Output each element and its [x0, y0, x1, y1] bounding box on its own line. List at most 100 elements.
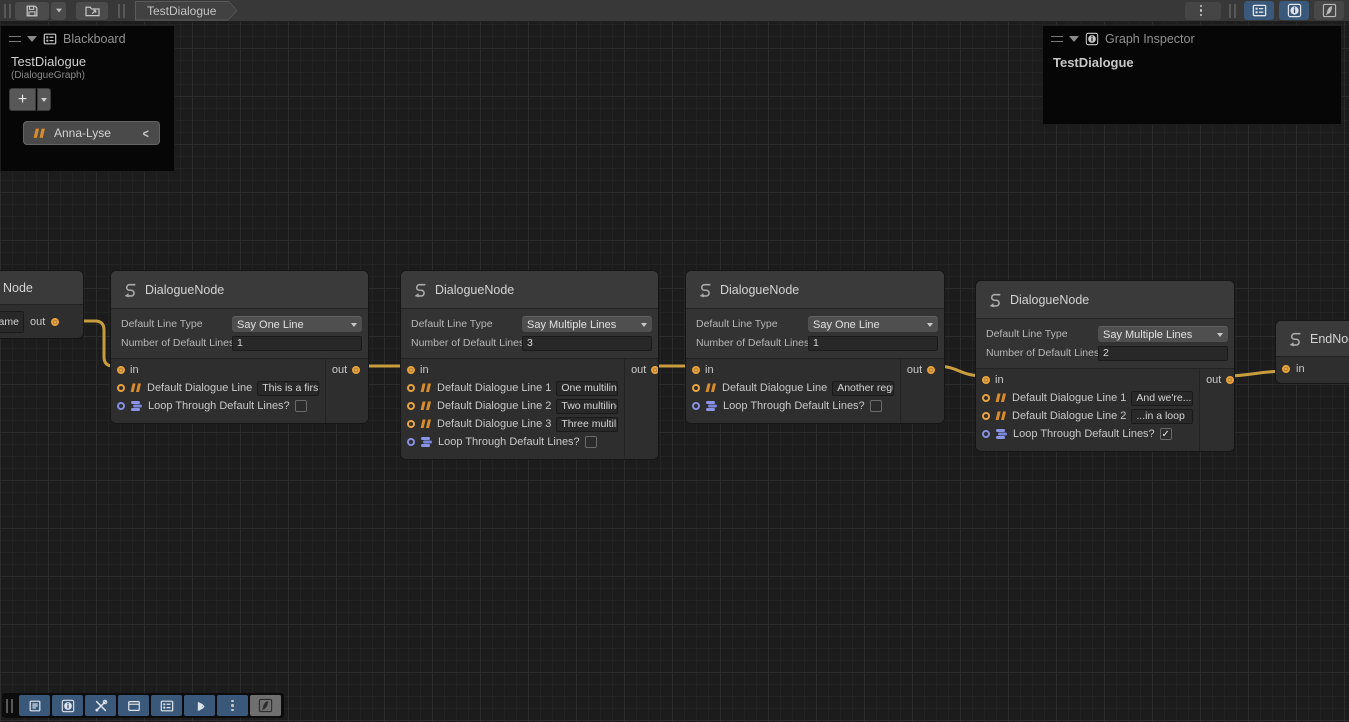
drag-handle-icon[interactable] — [1051, 36, 1063, 42]
collapse-triangle-icon[interactable] — [1069, 36, 1079, 42]
dialogue-line-port[interactable] — [407, 402, 415, 410]
dialogue-line-port[interactable] — [117, 384, 125, 392]
out-port-label: out — [30, 316, 45, 328]
loop-port[interactable] — [982, 430, 990, 438]
dialogue-node-2[interactable]: DialogueNode Default Line Type Say Multi… — [400, 270, 659, 460]
num-lines-field[interactable]: 1 — [808, 336, 938, 351]
out-port-label: out — [332, 364, 347, 376]
add-property-button[interactable]: + — [9, 88, 36, 111]
transition-icon — [193, 699, 207, 713]
graph-inspector-panel[interactable]: Graph Inspector TestDialogue — [1042, 25, 1342, 125]
dialogue-line-field[interactable]: One multiline — [556, 381, 618, 396]
end-node[interactable]: EndNode in — [1275, 320, 1349, 384]
graph-inspector-toggle-button[interactable] — [1279, 1, 1309, 20]
dialogue-line-port[interactable] — [407, 384, 415, 392]
loop-checkbox[interactable]: ✓ — [1160, 428, 1172, 440]
edit-toggle-button[interactable] — [1314, 1, 1344, 20]
loop-port[interactable] — [117, 402, 125, 410]
line-type-dropdown[interactable]: Say One Line — [808, 316, 938, 332]
dialogue-node-3[interactable]: DialogueNode Default Line Type Say One L… — [685, 270, 945, 424]
blackboard-icon — [43, 32, 57, 46]
loop-checkbox[interactable] — [295, 400, 307, 412]
window-button[interactable] — [118, 695, 149, 716]
input-port[interactable] — [407, 366, 415, 374]
node-port-row: in — [1276, 357, 1349, 383]
speaker-name-field[interactable]: kerName — [0, 311, 24, 333]
dialogue-line-field[interactable]: Three multilin — [556, 417, 618, 432]
graph-tab[interactable]: TestDialogue — [135, 1, 237, 21]
output-port[interactable] — [51, 318, 59, 326]
kebab-menu-icon — [231, 700, 234, 712]
toolbar-more-button[interactable] — [1185, 2, 1221, 20]
add-property-dropdown[interactable] — [37, 88, 51, 111]
loop-icon — [130, 400, 143, 412]
node-header[interactable]: Node — [0, 271, 83, 305]
loop-label: Loop Through Default Lines? — [438, 436, 580, 448]
input-port[interactable] — [982, 376, 990, 384]
blackboard-entry-anna-lyse[interactable]: Anna-Lyse < — [23, 121, 160, 145]
dialogue-line-field[interactable]: Another regu — [832, 381, 894, 396]
toolbar-drag-handle[interactable] — [118, 4, 125, 18]
num-lines-field[interactable]: 3 — [522, 336, 652, 351]
output-port[interactable] — [651, 366, 659, 374]
tools-button[interactable] — [85, 695, 116, 716]
dialogue-line-port[interactable] — [407, 420, 415, 428]
loop-label: Loop Through Default Lines? — [148, 400, 290, 412]
input-port[interactable] — [692, 366, 700, 374]
toolbar-drag-handle[interactable] — [4, 4, 11, 18]
input-port[interactable] — [1282, 365, 1290, 373]
save-button[interactable] — [15, 2, 49, 20]
save-dropdown-button[interactable] — [51, 2, 66, 20]
node-header[interactable]: DialogueNode — [111, 271, 368, 309]
more-button[interactable] — [217, 695, 248, 716]
dialogue-line-field[interactable]: This is a first — [257, 381, 319, 396]
output-port[interactable] — [352, 366, 360, 374]
collapse-left-icon[interactable]: < — [143, 126, 149, 141]
dialogue-line-field[interactable]: ...in a loop — [1131, 409, 1193, 424]
dialogue-line-field[interactable]: And we're... — [1131, 391, 1193, 406]
dialogue-node-1[interactable]: DialogueNode Default Line Type Say One L… — [110, 270, 369, 424]
loop-port[interactable] — [407, 438, 415, 446]
dialogue-line-label: Default Dialogue Line 2 — [437, 400, 551, 412]
dialogue-line-port[interactable] — [982, 412, 990, 420]
loop-port[interactable] — [692, 402, 700, 410]
node-header[interactable]: DialogueNode — [686, 271, 944, 309]
toolbar-drag-handle[interactable] — [1229, 4, 1236, 18]
line-type-dropdown[interactable]: Say Multiple Lines — [1098, 326, 1228, 342]
loop-checkbox[interactable] — [870, 400, 882, 412]
dialogue-node-icon — [121, 281, 138, 298]
line-type-value: Say Multiple Lines — [527, 319, 616, 331]
edit-button[interactable] — [250, 695, 281, 716]
line-type-dropdown[interactable]: Say Multiple Lines — [522, 316, 652, 332]
output-port[interactable] — [927, 366, 935, 374]
transition-button[interactable] — [184, 695, 215, 716]
node-properties: Default Line Type Say One Line Number of… — [111, 309, 368, 359]
blackboard-button[interactable] — [151, 695, 182, 716]
num-lines-field[interactable]: 2 — [1098, 346, 1228, 361]
dialogue-line-port[interactable] — [982, 394, 990, 402]
node-header[interactable]: DialogueNode — [401, 271, 658, 309]
toolbar-drag-handle[interactable] — [6, 699, 13, 713]
num-lines-field[interactable]: 1 — [232, 336, 362, 351]
node-header[interactable]: DialogueNode — [976, 281, 1234, 319]
console-button[interactable] — [19, 695, 50, 716]
in-port-label: in — [995, 374, 1004, 386]
dialogue-line-field[interactable]: Two multiline — [556, 399, 618, 414]
speaker-node-partial[interactable]: Node kerName out — [0, 270, 84, 339]
input-port[interactable] — [117, 366, 125, 374]
output-port[interactable] — [1226, 376, 1234, 384]
dialogue-line-label: Default Dialogue Line 2 — [1012, 410, 1126, 422]
blackboard-panel[interactable]: Blackboard TestDialogue (DialogueGraph) … — [0, 25, 175, 172]
chevron-down-icon — [1217, 333, 1223, 337]
quote-icon — [33, 128, 46, 139]
dialogue-line-port[interactable] — [692, 384, 700, 392]
line-type-dropdown[interactable]: Say One Line — [232, 316, 362, 332]
collapse-triangle-icon[interactable] — [27, 36, 37, 42]
inspector-button[interactable] — [52, 695, 83, 716]
blackboard-toggle-button[interactable] — [1244, 1, 1274, 20]
open-asset-button[interactable] — [76, 2, 108, 20]
loop-checkbox[interactable] — [585, 436, 597, 448]
dialogue-node-4[interactable]: DialogueNode Default Line Type Say Multi… — [975, 280, 1235, 452]
node-header[interactable]: EndNode — [1276, 321, 1349, 357]
drag-handle-icon[interactable] — [9, 36, 21, 42]
